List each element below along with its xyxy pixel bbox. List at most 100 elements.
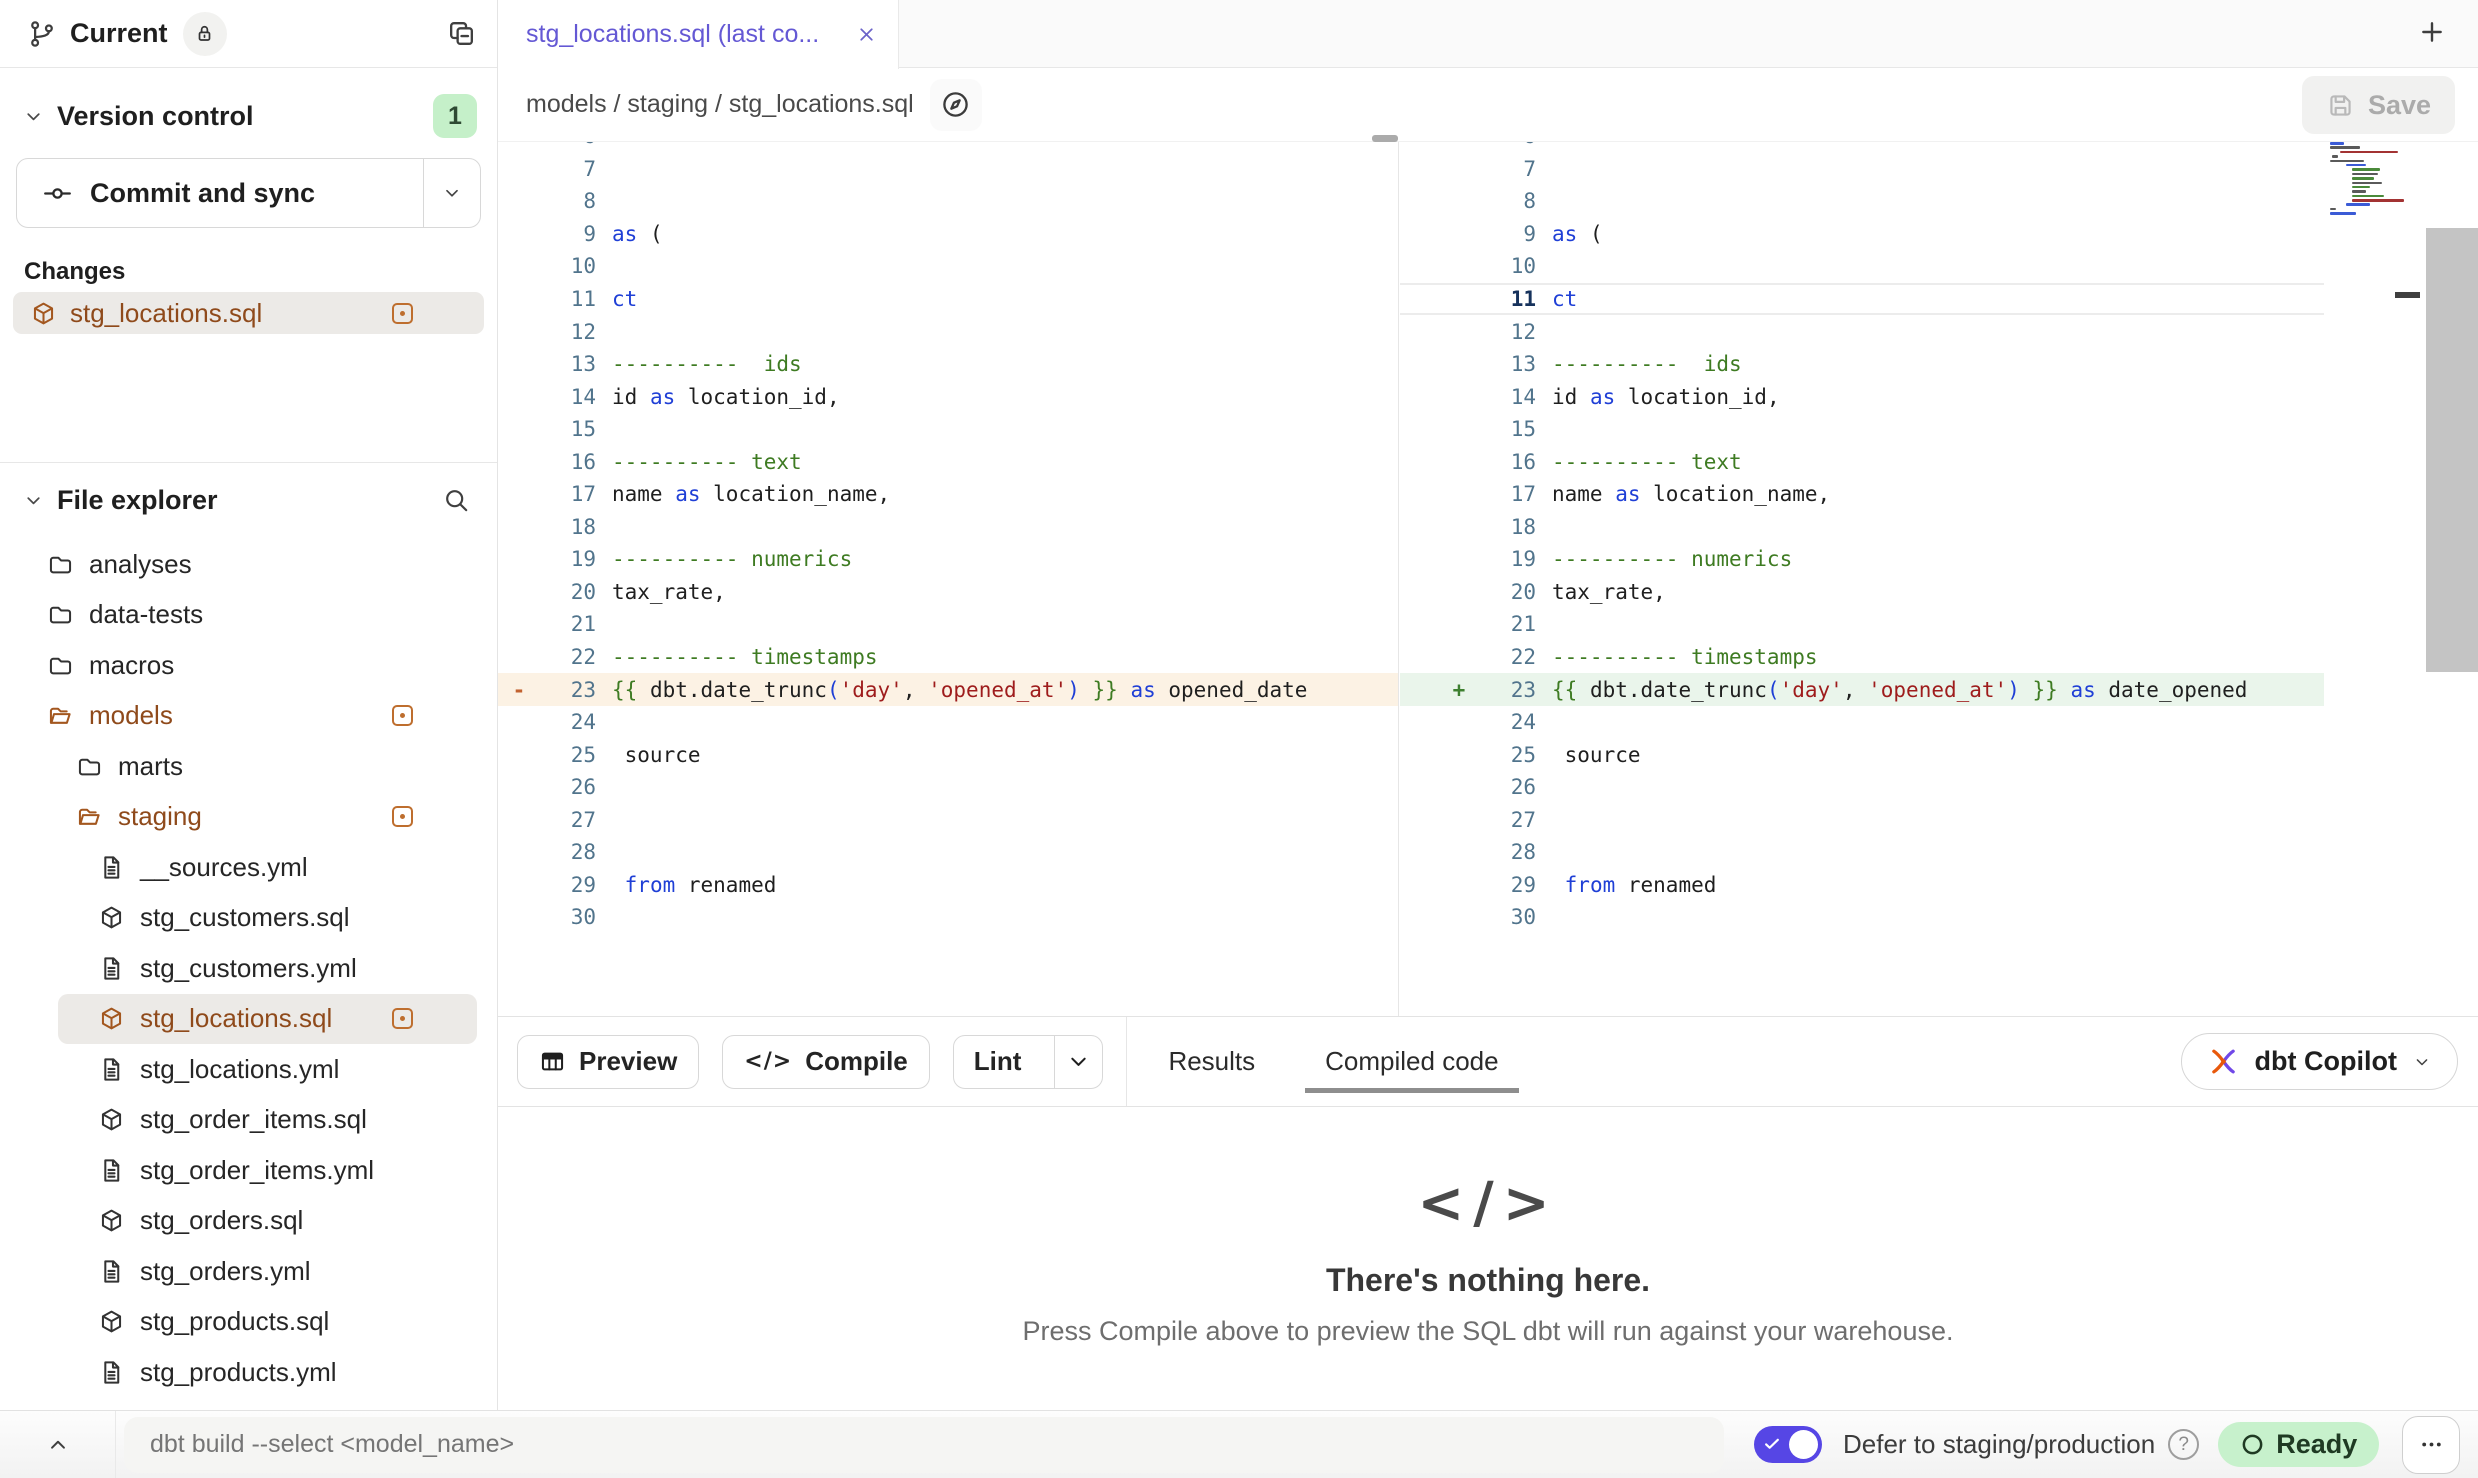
- code-line-26[interactable]: 26: [1400, 771, 2324, 804]
- file-explorer-header[interactable]: File explorer: [0, 463, 497, 524]
- code-line-30[interactable]: 30: [1400, 901, 2324, 934]
- code-line-25[interactable]: 25 source: [498, 738, 1398, 771]
- code-line-19[interactable]: 19---------- numerics: [498, 543, 1398, 576]
- explorer-item-stg_orders.yml[interactable]: stg_orders.yml: [0, 1246, 497, 1297]
- code-line-14[interactable]: 14id as location_id,: [1400, 380, 2324, 413]
- code-line-10[interactable]: 10: [1400, 250, 2324, 283]
- code-line-29[interactable]: 29 from renamed: [498, 869, 1398, 902]
- model-icon: [98, 1005, 125, 1032]
- changed-file-item[interactable]: stg_locations.sql: [13, 292, 484, 334]
- scrollbar-thumb[interactable]: [2426, 228, 2478, 672]
- code-line-23[interactable]: +23{{ dbt.date_trunc('day', 'opened_at')…: [1400, 673, 2324, 706]
- code-line-23[interactable]: -23{{ dbt.date_trunc('day', 'opened_at')…: [498, 673, 1398, 706]
- code-text: {{ dbt.date_trunc('day', 'opened_at') }}…: [1536, 678, 2247, 702]
- code-line-25[interactable]: 25 source: [1400, 738, 2324, 771]
- line-number: 27: [1472, 808, 1536, 832]
- code-line-28[interactable]: 28: [1400, 836, 2324, 869]
- code-line-11[interactable]: 11ct: [1400, 283, 2324, 316]
- close-icon[interactable]: [855, 23, 878, 46]
- code-line-19[interactable]: 19---------- numerics: [1400, 543, 2324, 576]
- code-line-22[interactable]: 22---------- timestamps: [1400, 641, 2324, 674]
- code-line-12[interactable]: 12: [498, 315, 1398, 348]
- code-line-12[interactable]: 12: [1400, 315, 2324, 348]
- code-line-21[interactable]: 21: [1400, 608, 2324, 641]
- explorer-item-staging[interactable]: staging: [0, 792, 497, 843]
- code-line-13[interactable]: 13---------- ids: [1400, 348, 2324, 381]
- code-line-30[interactable]: 30: [498, 901, 1398, 934]
- code-line-8[interactable]: 8: [498, 185, 1398, 218]
- code-line-11[interactable]: 11ct: [498, 283, 1398, 316]
- code-line-26[interactable]: 26: [498, 771, 1398, 804]
- code-line-8[interactable]: 8: [1400, 185, 2324, 218]
- editor-minimap[interactable]: [2330, 142, 2402, 217]
- help-icon[interactable]: ?: [2168, 1429, 2199, 1460]
- explorer-item-stg_locations.sql[interactable]: stg_locations.sql: [58, 994, 477, 1045]
- tab-stg-locations[interactable]: stg_locations.sql (last co...: [498, 0, 899, 69]
- code-line-28[interactable]: 28: [498, 836, 1398, 869]
- commit-and-sync-button[interactable]: Commit and sync: [17, 159, 423, 227]
- preview-button[interactable]: Preview: [517, 1035, 699, 1089]
- copy-icon[interactable]: [446, 18, 477, 49]
- status-ready-badge[interactable]: Ready: [2218, 1422, 2379, 1467]
- code-line-16[interactable]: 16---------- text: [1400, 445, 2324, 478]
- code-line-13[interactable]: 13---------- ids: [498, 348, 1398, 381]
- folder-open-icon: [47, 702, 74, 729]
- explorer-item-macros[interactable]: macros: [0, 640, 497, 691]
- save-button[interactable]: Save: [2302, 76, 2455, 134]
- code-line-22[interactable]: 22---------- timestamps: [498, 641, 1398, 674]
- code-line-10[interactable]: 10: [498, 250, 1398, 283]
- explorer-item-stg_orders.sql[interactable]: stg_orders.sql: [0, 1196, 497, 1247]
- command-input[interactable]: [150, 1430, 1698, 1459]
- explorer-item-models[interactable]: models: [0, 691, 497, 742]
- code-line-27[interactable]: 27: [1400, 803, 2324, 836]
- code-line-18[interactable]: 18: [1400, 511, 2324, 544]
- code-line-17[interactable]: 17name as location_name,: [498, 478, 1398, 511]
- code-line-20[interactable]: 20tax_rate,: [1400, 576, 2324, 609]
- code-line-6[interactable]: 6: [1400, 142, 2324, 153]
- code-line-16[interactable]: 16---------- text: [498, 445, 1398, 478]
- code-line-15[interactable]: 15: [1400, 413, 2324, 446]
- commit-options-button[interactable]: [423, 159, 480, 227]
- code-line-27[interactable]: 27: [498, 803, 1398, 836]
- explorer-item-__sources.yml[interactable]: __sources.yml: [0, 842, 497, 893]
- code-line-7[interactable]: 7: [498, 153, 1398, 186]
- dbt-copilot-button[interactable]: dbt Copilot: [2181, 1033, 2458, 1090]
- code-line-9[interactable]: 9as (: [498, 218, 1398, 251]
- model-icon: [98, 1106, 125, 1133]
- compile-button[interactable]: </> Compile: [722, 1035, 929, 1089]
- lint-button[interactable]: Lint: [954, 1036, 1042, 1088]
- explorer-item-stg_order_items.yml[interactable]: stg_order_items.yml: [0, 1145, 497, 1196]
- pane-resize-handle[interactable]: [1372, 135, 1398, 142]
- code-line-7[interactable]: 7: [1400, 153, 2324, 186]
- more-options-button[interactable]: [2402, 1416, 2460, 1474]
- new-tab-button[interactable]: [2416, 16, 2448, 48]
- code-line-21[interactable]: 21: [498, 608, 1398, 641]
- explorer-item-stg_customers.yml[interactable]: stg_customers.yml: [0, 943, 497, 994]
- explorer-item-stg_products.sql[interactable]: stg_products.sql: [0, 1297, 497, 1348]
- lint-options-button[interactable]: [1054, 1036, 1102, 1088]
- explorer-item-stg_customers.sql[interactable]: stg_customers.sql: [0, 893, 497, 944]
- code-line-24[interactable]: 24: [1400, 706, 2324, 739]
- code-line-24[interactable]: 24: [498, 706, 1398, 739]
- code-line-9[interactable]: 9as (: [1400, 218, 2324, 251]
- code-line-20[interactable]: 20tax_rate,: [498, 576, 1398, 609]
- code-line-29[interactable]: 29 from renamed: [1400, 869, 2324, 902]
- defer-toggle[interactable]: [1754, 1426, 1822, 1463]
- code-line-6[interactable]: 6: [498, 142, 1398, 153]
- explorer-item-marts[interactable]: marts: [0, 741, 497, 792]
- code-line-14[interactable]: 14id as location_id,: [498, 380, 1398, 413]
- tab-compiled-code[interactable]: Compiled code: [1319, 1017, 1504, 1106]
- expand-command-bar-button[interactable]: [0, 1432, 115, 1458]
- tab-results[interactable]: Results: [1162, 1017, 1261, 1106]
- search-icon[interactable]: [442, 486, 471, 515]
- code-line-18[interactable]: 18: [498, 511, 1398, 544]
- explorer-item-stg_order_items.sql[interactable]: stg_order_items.sql: [0, 1095, 497, 1146]
- version-control-header[interactable]: Version control 1: [0, 68, 497, 138]
- explorer-item-analyses[interactable]: analyses: [0, 539, 497, 590]
- explorer-item-stg_products.yml[interactable]: stg_products.yml: [0, 1347, 497, 1398]
- explorer-item-stg_locations.yml[interactable]: stg_locations.yml: [0, 1044, 497, 1095]
- code-line-15[interactable]: 15: [498, 413, 1398, 446]
- code-line-17[interactable]: 17name as location_name,: [1400, 478, 2324, 511]
- lineage-compass-button[interactable]: [930, 79, 982, 131]
- explorer-item-data-tests[interactable]: data-tests: [0, 590, 497, 641]
